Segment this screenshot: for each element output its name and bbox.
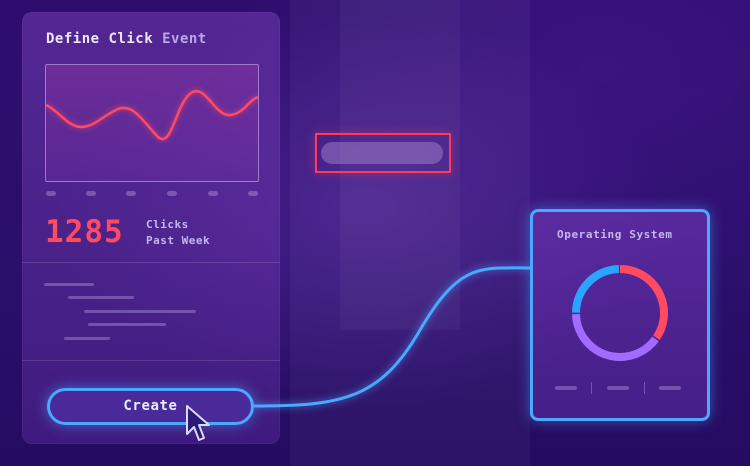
os-donut-chart (572, 265, 668, 361)
os-panel-title: Operating System (557, 228, 673, 241)
donut-segments (572, 265, 668, 361)
legend-dash (659, 386, 681, 390)
legend-dash (555, 386, 577, 390)
legend-separator (591, 382, 592, 394)
legend-separator (644, 382, 645, 394)
legend-dash (607, 386, 629, 390)
